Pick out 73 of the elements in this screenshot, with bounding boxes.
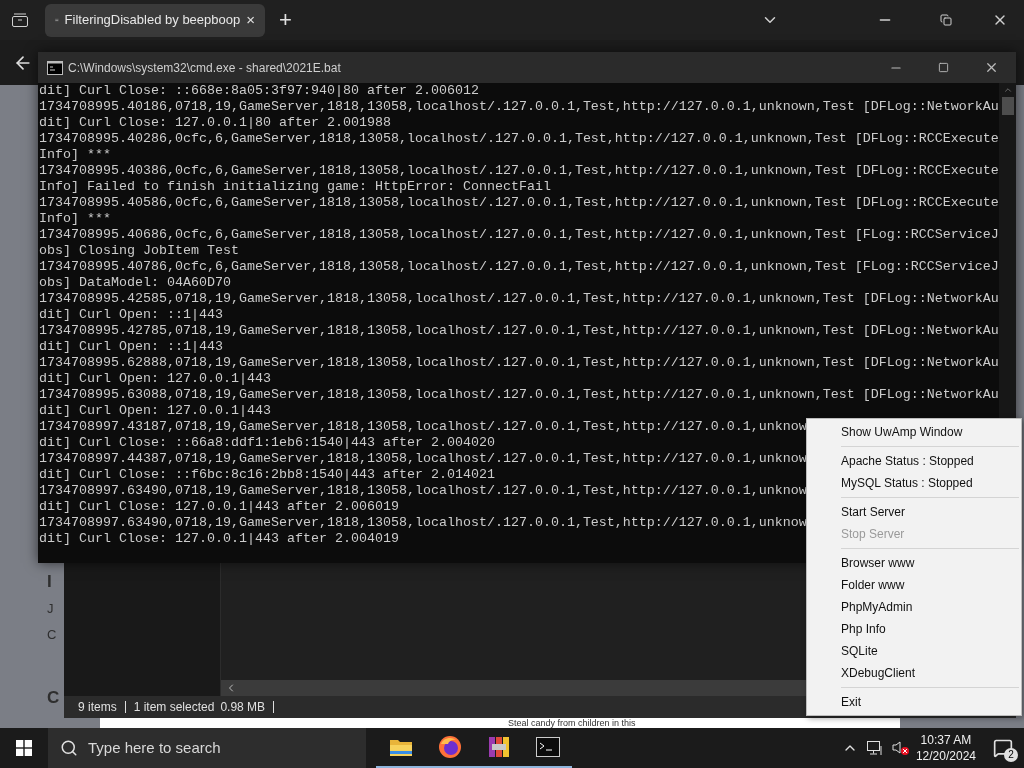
console-line: 1734708997.63490,0718,19,GameServer,1818,13058,localhost/.127.0.0.1,Test,http://127.0.0.1,unknow [39,515,807,531]
tab-title: FilteringDisabled by beepboop [64,11,241,30]
console-title: C:\Windows\system32\cmd.exe - shared\2021E.bat [68,59,342,77]
new-tab-button[interactable]: + [279,9,292,31]
menu-item[interactable]: Start Server [807,501,1021,523]
folder-icon [388,737,413,757]
console-line: 1734708997.44387,0718,19,GameServer,1818,13058,localhost/.127.0.0.1,Test,http://127.0.0.1,unknow [39,451,807,467]
console-line: 1734708995.40786,0cfc,6,GameServer,1818,13058,localhost/.127.0.0.1,Test,http://127.0.0.1,unknown,Test [FLog::RCCServiceJ [39,259,999,275]
console-line: 1734708995.40586,0cfc,6,GameServer,1818,13058,localhost/.127.0.0.1,Test,http://127.0.0.1,unknown,Test [DFLog::RCCExecute [39,195,999,211]
console-line: dit] Curl Close: 127.0.0.1|443 after 2.006019 [39,499,399,515]
console-line: dit] Curl Close: ::f6bc:8c16:2bb8:1540|443 after 2.014021 [39,467,495,483]
console-line: dit] Curl Open: 127.0.0.1|443 [39,403,271,419]
console-line: Info] *** [39,147,111,163]
menu-item[interactable]: Browser www [807,552,1021,574]
search-icon [60,739,78,757]
selection-size: 0.98 MB [220,699,266,716]
console-line: obs] Closing JobItem Test [39,243,239,259]
console-line: 1734708995.42785,0718,19,GameServer,1818,13058,localhost/.127.0.0.1,Test,http://127.0.0.1,unknown,Test [DFLog::NetworkAu [39,323,999,339]
network-icon[interactable] [865,740,884,756]
console-line: dit] Curl Close: ::668e:8a05:3f97:940|80 after 2.006012 [39,83,479,99]
console-line: 1734708997.63490,0718,19,GameServer,1818,13058,localhost/.127.0.0.1,Test,http://127.0.0.1,unknow [39,483,807,499]
console-line: dit] Curl Open: 127.0.0.1|443 [39,371,271,387]
menu-item[interactable]: Show UwAmp Window [807,421,1021,443]
page-text: C [47,626,57,644]
menu-item[interactable]: MySQL Status : Stopped [807,472,1021,494]
menu-item[interactable]: XDebugClient [807,662,1021,684]
menu-item[interactable]: Exit [807,691,1021,713]
archive-icon [487,735,510,759]
page-heading: C [47,687,60,709]
page-text: Steal candy from children in this [508,718,637,728]
menu-item[interactable]: Apache Status : Stopped [807,450,1021,472]
terminal-icon [535,737,560,757]
console-line: 1734708995.63088,0718,19,GameServer,1818,13058,localhost/.127.0.0.1,Test,http://127.0.0.1,unknown,Test [DFLog::NetworkAu [39,387,999,403]
menu-item[interactable]: SQLite [807,640,1021,662]
browser-tab[interactable]: FilteringDisabled by beepboop × [45,3,265,37]
clock-time[interactable]: 10:37 AM [920,732,972,748]
close-icon[interactable] [984,60,999,75]
console-line: Info] *** [39,211,111,227]
notification-count: 2 [1004,748,1018,762]
scroll-thumb[interactable] [1001,97,1014,115]
menu-item[interactable]: Php Info [807,618,1021,640]
notification-icon [993,738,1013,758]
selection-count: 1 item selected [133,699,215,716]
tab-close-button[interactable]: × [246,8,255,32]
console-line: 1734708995.40386,0cfc,6,GameServer,1818,13058,localhost/.127.0.0.1,Test,http://127.0.0.1,unknown,Test [DFLog::RCCExecute [39,163,999,179]
search-field[interactable]: Type here to search [48,728,366,768]
tab-list-icon[interactable] [11,12,29,28]
menu-item[interactable]: PhpMyAdmin [807,596,1021,618]
console-app-icon [47,60,63,75]
console-line: 1734708995.40686,0cfc,6,GameServer,1818,13058,localhost/.127.0.0.1,Test,http://127.0.0.1,unknown,Test [FLog::RCCServiceJ [39,227,999,243]
console-line: 1734708997.43187,0718,19,GameServer,1818,13058,localhost/.127.0.0.1,Test,http://127.0.0.1,unknow [39,419,807,435]
console-line: 1734708995.42585,0718,19,GameServer,1818,13058,localhost/.127.0.0.1,Test,http://127.0.0.1,unknown,Test [DFLog::NetworkAu [39,291,999,307]
console-line: 1734708995.62888,0718,19,GameServer,1818,13058,localhost/.127.0.0.1,Test,http://127.0.0.1,unknown,Test [DFLog::NetworkAu [39,355,999,371]
maximize-icon[interactable] [938,62,949,73]
console-line: dit] Curl Close: 127.0.0.1|443 after 2.004019 [39,531,399,547]
console-line: dit] Curl Open: ::1|443 [39,307,223,323]
muted-volume-icon[interactable] [891,740,910,756]
clock-date[interactable]: 12/20/2024 [915,748,976,764]
notification-button[interactable]: 2 [988,728,1018,768]
firefox-icon [437,735,462,759]
console-line: 1734708995.40186,0718,19,GameServer,1818,13058,localhost/.127.0.0.1,Test,http://127.0.0.1,unknown,Test [DFLog::NetworkAu [39,99,999,115]
page-heading: I [47,571,52,593]
console-line: dit] Curl Close: 127.0.0.1|80 after 2.001988 [39,115,391,131]
console-line: 1734708995.40286,0cfc,6,GameServer,1818,13058,localhost/.127.0.0.1,Test,http://127.0.0.1,unknown,Test [DFLog::RCCExecute [39,131,999,147]
item-count: 9 items [78,699,117,716]
console-line: dit] Curl Close: ::66a8:ddf1:1eb6:1540|443 after 2.004020 [39,435,495,451]
windows-start-icon[interactable] [16,740,32,756]
restore-icon[interactable] [940,14,952,26]
menu-item[interactable]: Folder www [807,574,1021,596]
console-line: obs] DataModel: 04A60D70 [39,275,231,291]
console-line: Info] Failed to finish initializing game: HttpError: ConnectFail [39,179,551,195]
page-text: J [47,600,54,618]
console-line: dit] Curl Open: ::1|443 [39,339,223,355]
